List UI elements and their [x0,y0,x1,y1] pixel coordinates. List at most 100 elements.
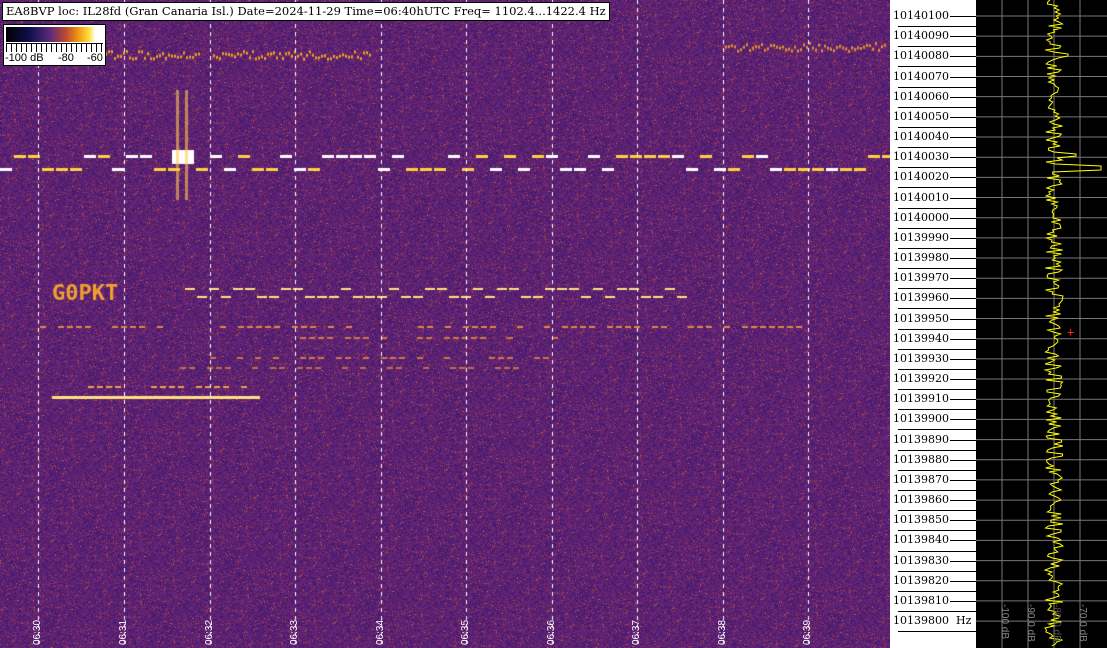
db-label: -100 dB [999,604,1010,640]
freq-minor-tick [898,247,976,249]
signal-level-panel: + -100 dB -90.0 dB -80.0 dB -70.0 dB [976,0,1107,648]
freq-minor-tick [898,449,976,451]
freq-tick [950,177,976,179]
freq-minor-tick [898,126,976,128]
freq-tick [950,116,976,118]
freq-label: 10140100 [893,9,949,22]
freq-tick [950,157,976,159]
freq-label: 10139860 [893,493,949,507]
freq-minor-tick [898,469,976,471]
freq-label: 10139910 [893,392,949,406]
freq-minor-tick [898,86,976,88]
freq-minor-tick [898,227,976,229]
freq-label: 10140010 [893,190,949,204]
freq-minor-tick [898,530,976,532]
freq-tick [950,379,976,381]
freq-minor-tick [898,429,976,431]
freq-minor-tick [898,368,976,370]
freq-minor-tick [898,389,976,391]
freq-tick [950,338,976,340]
colorbar-max-label: -60 [87,52,103,64]
freq-label: 10139950 [893,311,949,325]
freq-tick [950,298,976,300]
freq-label: 10139930 [893,351,949,365]
freq-label: 10139970 [893,271,949,285]
freq-minor-tick [898,46,976,48]
time-label: 06:32 [204,619,215,645]
freq-tick [950,479,976,481]
freq-tick [950,56,976,58]
freq-tick [950,399,976,401]
freq-tick [950,258,976,260]
freq-tick [950,600,976,602]
freq-label: 10139940 [893,331,949,345]
freq-label: 10139890 [893,432,949,446]
freq-minor-tick [898,106,976,108]
freq-tick [950,459,976,461]
freq-tick [950,318,976,320]
spectrogram-waterfall [0,0,890,648]
freq-label: 10139800 [893,614,949,628]
freq-label: 10140080 [893,49,949,63]
freq-minor-tick [898,207,976,209]
freq-label: 10140070 [893,69,949,83]
freq-unit: Hz [956,614,972,628]
cursor-marker-icon: + [1067,325,1074,339]
time-label: 06:39 [802,619,813,645]
freq-minor-tick [898,268,976,270]
freq-tick [950,278,976,280]
freq-minor-tick [898,510,976,512]
colorbar-ticks [6,43,103,52]
db-label: -70.0 dB [1077,604,1088,642]
time-label: 06:31 [118,619,129,645]
freq-minor-tick [898,167,976,169]
colorbar-min-label: -100 dB [5,52,44,64]
freq-label: 10139810 [893,593,949,607]
colorbar-gradient [6,27,103,42]
freq-tick [950,419,976,421]
freq-label: 10139850 [893,513,949,527]
freq-minor-tick [898,590,976,592]
freq-minor-tick [898,611,976,612]
freq-minor-tick [898,147,976,149]
freq-tick [950,36,976,38]
freq-label: 10140090 [893,29,949,43]
freq-tick [950,560,976,562]
time-label: 06:33 [289,619,300,645]
freq-minor-tick [898,570,976,572]
freq-tick [950,580,976,582]
time-label: 06:34 [375,619,386,645]
freq-label: 10140020 [893,170,949,184]
freq-label: 10139960 [893,291,949,305]
time-label: 06:38 [717,619,728,645]
freq-minor-tick [898,288,976,290]
freq-label: 10140030 [893,150,949,164]
freq-tick [950,439,976,441]
time-label: 06:35 [460,619,471,645]
colorbar-mid-label: -80 [58,52,74,64]
freq-tick [950,96,976,98]
freq-tick [950,76,976,78]
level-trace-plot: + [976,0,1107,648]
grabber-title: EA8BVP loc: IL28fd (Gran Canaria Isl.) D… [2,2,610,21]
freq-tick [950,16,976,17]
freq-label: 10140060 [893,89,949,103]
db-label: -80.0 dB [1051,604,1062,642]
colorbar-legend: -100 dB -80 -60 [3,24,106,66]
freq-label: 10140050 [893,109,949,123]
time-label: 06:36 [546,619,557,645]
freq-label: 10139830 [893,553,949,567]
freq-label: 10139880 [893,452,949,466]
freq-label: 10139920 [893,372,949,386]
frequency-axis: 10140100 10140090 10140080 10140070 10140060… [890,0,976,648]
freq-tick [950,137,976,139]
freq-tick [950,520,976,522]
freq-label: 10139990 [893,230,949,244]
freq-minor-tick [898,631,976,633]
freq-label: 10139870 [893,472,949,486]
freq-tick [950,237,976,239]
freq-label: 10139840 [893,533,949,547]
time-label: 06:30 [32,619,43,645]
freq-minor-tick [898,489,976,491]
freq-minor-tick [898,187,976,189]
